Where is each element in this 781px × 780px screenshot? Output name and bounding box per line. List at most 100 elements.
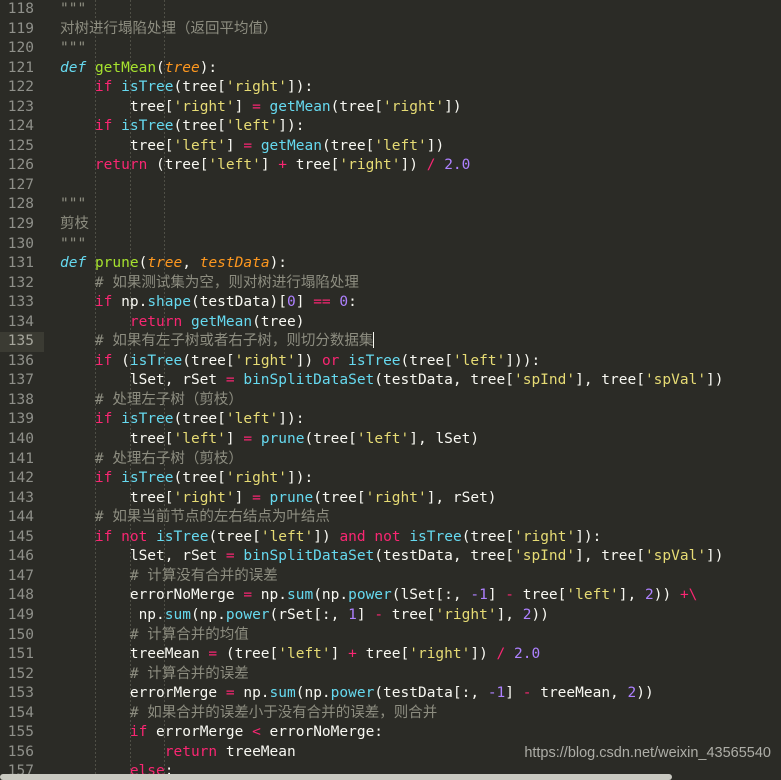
code-lines-container[interactable]: 118 """ 119 对树进行塌陷处理（返回平均值） 120 """ 121 def get… [0,0,781,780]
code-line[interactable]: 145 if not isTree(tree['left']) and not … [0,527,781,548]
code-line[interactable]: 122 if isTree(tree['right']): [0,78,781,98]
code-line[interactable]: 121 def getMean(tree): [0,58,781,79]
code-line[interactable]: 132 # 如果测试集为空，则对树进行塌陷处理 [0,273,781,294]
code-line[interactable]: 150 # 计算合并的均值 [0,625,781,646]
line-content[interactable]: np.sum(np.power(rSet[:, 1] - tree['right… [44,606,549,626]
code-line[interactable]: 124 if isTree(tree['left']): [0,117,781,137]
code-line[interactable]: 154 # 如果合并的误差小于没有合并的误差，则合并 [0,703,781,724]
token-str: 'right' [409,646,471,663]
line-content[interactable]: if (isTree(tree['right']) or isTree(tree… [44,352,540,372]
horizontal-scrollbar-thumb[interactable] [0,774,672,780]
code-line[interactable]: 134 return getMean(tree) [0,312,781,333]
line-content[interactable]: """ [44,195,86,215]
line-content[interactable]: """ [44,0,86,20]
token-kw: if [129,724,148,741]
line-content[interactable]: # 处理右子树（剪枝） [44,450,243,470]
line-content[interactable]: # 如果合并的误差小于没有合并的误差，则合并 [44,704,437,724]
code-line[interactable]: 120 """ [0,39,781,59]
token-txt: ): [199,59,218,76]
line-content[interactable]: # 计算合并的误差 [44,665,249,685]
line-content[interactable]: tree['left'] = getMean(tree['left']) [44,137,444,157]
code-line[interactable]: 133 if np.shape(testData)[0] == 0: [0,293,781,313]
code-line[interactable]: 143 tree['right'] = prune(tree['right'],… [0,488,781,509]
line-content[interactable]: if np.shape(testData)[0] == 0: [44,293,357,313]
line-content[interactable]: tree['right'] = prune(tree['right'], rSe… [44,489,497,509]
line-content[interactable]: if isTree(tree['right']): [44,78,313,98]
code-line[interactable]: 130 """ [0,234,781,255]
line-content[interactable]: """ [44,235,86,255]
code-line[interactable]: 152 # 计算合并的误差 [0,664,781,685]
code-line[interactable]: 135 # 如果有左子树或者右子树，则切分数据集 [0,332,781,352]
token-op: = [243,587,253,604]
line-content[interactable]: # 计算合并的均值 [44,626,249,646]
token-txt: ], tree[ [575,372,645,389]
horizontal-scrollbar[interactable] [0,774,781,780]
line-content[interactable]: # 如果测试集为空，则对树进行塌陷处理 [44,274,359,294]
code-line[interactable]: 127 [0,175,781,196]
line-content[interactable]: # 如果有左子树或者右子树，则切分数据集 [44,332,375,352]
line-content[interactable]: """ [44,39,86,59]
token-str: 'right' [383,98,445,115]
token-op: - [505,587,515,604]
line-content[interactable]: def getMean(tree): [44,59,217,79]
line-number: 151 [0,645,44,665]
code-line[interactable]: 138 # 处理左子树（剪枝） [0,390,781,411]
line-content[interactable]: # 处理左子树（剪枝） [44,391,243,411]
code-line[interactable]: 146 lSet, rSet = binSplitDataSet(testDat… [0,547,781,567]
line-content[interactable]: 剪枝 [44,215,89,235]
line-content[interactable]: if isTree(tree['right']): [44,469,313,489]
line-content[interactable]: def prune(tree, testData): [44,254,287,274]
code-line[interactable]: 141 # 处理右子树（剪枝） [0,449,781,470]
code-line[interactable]: 126 return (tree['left'] + tree['right']… [0,156,781,176]
code-line[interactable]: 137 lSet, rSet = binSplitDataSet(testDat… [0,371,781,391]
code-line[interactable]: 144 # 如果当前节点的左右结点为叶结点 [0,508,781,528]
line-content[interactable]: if errorMerge < errorNoMerge: [44,723,383,743]
code-line[interactable]: 142 if isTree(tree['right']): [0,469,781,489]
code-line[interactable]: 118 """ [0,0,781,20]
line-content[interactable]: if not isTree(tree['left']) and not isTr… [44,528,601,548]
code-line[interactable]: 149 np.sum(np.power(rSet[:, 1] - tree['r… [0,605,781,626]
line-content[interactable]: return treeMean [44,743,296,763]
token-txt: ] [356,606,375,623]
line-content[interactable]: lSet, rSet = binSplitDataSet(testData, t… [44,547,724,567]
token-call: isTree [121,470,174,487]
code-line[interactable]: 155 if errorMerge < errorNoMerge: [0,723,781,743]
code-line[interactable]: 131 def prune(tree, testData): [0,254,781,274]
code-line[interactable]: 153 errorMerge = np.sum(np.power(testDat… [0,684,781,704]
line-content[interactable]: # 如果当前节点的左右结点为叶结点 [44,508,330,528]
token-str: 'left' [173,137,226,154]
line-content[interactable]: errorNoMerge = np.sum(np.power(lSet[:, -… [44,586,698,606]
token-num: 2 [645,587,654,604]
line-content[interactable]: lSet, rSet = binSplitDataSet(testData, t… [44,371,724,391]
code-editor[interactable]: 118 """ 119 对树进行塌陷处理（返回平均值） 120 """ 121 def get… [0,0,781,780]
line-content[interactable]: tree['left'] = prune(tree['left'], lSet) [44,430,479,450]
code-line[interactable]: 128 """ [0,195,781,216]
code-line[interactable]: 136 if (isTree(tree['right']) or isTree(… [0,351,781,372]
code-line[interactable]: 139 if isTree(tree['left']): [0,410,781,431]
code-line[interactable]: 147 # 计算没有合并的误差 [0,566,781,587]
line-content[interactable]: treeMean = (tree['left'] + tree['right']… [44,645,540,665]
code-line[interactable]: 119 对树进行塌陷处理（返回平均值） [0,19,781,40]
code-line[interactable]: 125 tree['left'] = getMean(tree['left']) [0,136,781,157]
line-content[interactable]: errorMerge = np.sum(np.power(testData[:,… [44,684,654,704]
token-txt: ]): [575,528,602,545]
code-line[interactable]: 140 tree['left'] = prune(tree['left'], l… [0,430,781,450]
line-content[interactable]: return getMean(tree) [44,313,305,333]
line-content[interactable]: return (tree['left'] + tree['right']) / … [44,156,470,176]
line-content[interactable]: # 计算没有合并的误差 [44,567,278,587]
token-str: 'left' [260,528,314,545]
line-content[interactable]: tree['right'] = getMean(tree['right']) [44,98,462,118]
token-txt: ]) [426,137,445,154]
line-content[interactable]: if isTree(tree['left']): [44,410,305,430]
line-content[interactable]: if isTree(tree['left']): [44,117,305,137]
code-line[interactable]: 123 tree['right'] = getMean(tree['right'… [0,97,781,118]
line-content[interactable]: 对树进行塌陷处理（返回平均值） [44,20,278,40]
code-line[interactable]: 129 剪枝 [0,215,781,235]
code-line[interactable]: 151 treeMean = (tree['left'] + tree['rig… [0,645,781,665]
code-line[interactable]: 148 errorNoMerge = np.sum(np.power(lSet[… [0,586,781,606]
